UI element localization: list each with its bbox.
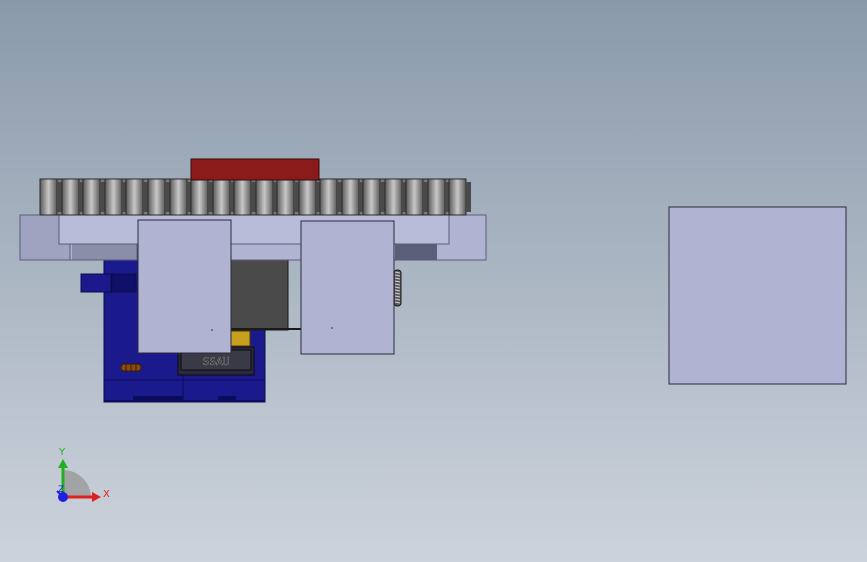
graphics-viewport[interactable]: SSAU Y X Z: [0, 0, 867, 562]
gear-tooth: [104, 178, 123, 216]
gear-tooth: [427, 178, 446, 216]
gear-tooth: [233, 178, 252, 216]
red-top-block[interactable]: [190, 158, 320, 181]
gear-tooth: [276, 178, 295, 216]
gear-gap: [57, 182, 62, 212]
gear-tooth: [39, 178, 58, 216]
gear-tooth: [448, 178, 467, 216]
gear-gap: [466, 182, 471, 212]
gear-tooth: [298, 178, 317, 216]
gear-gap: [100, 182, 105, 212]
triad-z-label: Z: [58, 485, 64, 495]
spring-coil[interactable]: [393, 269, 402, 307]
gear-tooth: [61, 178, 80, 216]
gear-tooth: [169, 178, 188, 216]
gear-rack[interactable]: [39, 178, 471, 216]
gear-gap: [208, 182, 213, 212]
gear-gap: [294, 182, 299, 212]
gear-tooth: [362, 178, 381, 216]
main-plate[interactable]: [19, 214, 487, 261]
gear-tooth: [255, 178, 274, 216]
gear-tooth: [125, 178, 144, 216]
gear-tooth: [319, 178, 338, 216]
gear-gap: [380, 182, 385, 212]
brass-fitting[interactable]: [230, 330, 251, 347]
triad-x-label: X: [103, 489, 110, 500]
gear-tooth: [405, 178, 424, 216]
gear-tooth: [341, 178, 360, 216]
triad-y-label: Y: [58, 447, 66, 458]
gear-gap: [143, 182, 148, 212]
gear-tooth: [384, 178, 403, 216]
gear-tooth: [190, 178, 209, 216]
gear-tooth: [147, 178, 166, 216]
gear-gap: [423, 182, 428, 212]
viewport-canvas[interactable]: SSAU Y X Z: [0, 0, 867, 562]
gear-gap: [337, 182, 342, 212]
gear-tooth: [82, 178, 101, 216]
gear-gap: [251, 182, 256, 212]
separate-plate[interactable]: [668, 206, 847, 385]
housing-label-text: SSAU: [203, 355, 230, 368]
gear-gap: [165, 182, 170, 212]
gear-tooth: [212, 178, 231, 216]
right-cover-plate[interactable]: [300, 220, 395, 355]
left-cover-plate[interactable]: [137, 219, 232, 354]
